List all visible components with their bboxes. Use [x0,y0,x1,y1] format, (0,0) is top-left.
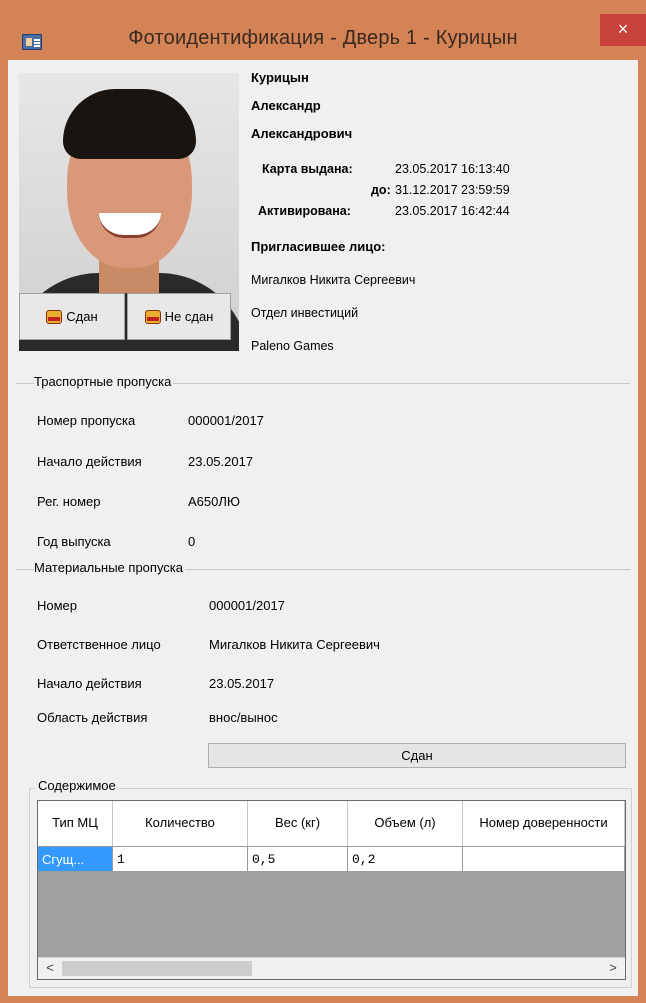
contents-label: Содержимое [35,778,119,793]
until-value: 31.12.2017 23:59:59 [395,183,510,197]
material-row-value: 000001/2017 [209,598,285,613]
scrollbar-thumb[interactable] [62,961,252,976]
transport-row-label: Рег. номер [37,494,101,509]
card-issued-value: 23.05.2017 16:13:40 [395,162,510,176]
contents-table[interactable]: Тип МЦ Количество Вес (кг) Объем (л) Ном… [37,800,626,980]
not-returned-button-label: Не сдан [164,309,214,324]
close-button[interactable]: × [600,14,646,46]
returned-button-label: Сдан [66,309,98,324]
card-issued-label: Карта выдана: [262,162,353,176]
patronymic: Александрович [251,126,353,141]
column-header-proxy-number[interactable]: Номер доверенности [463,801,625,846]
material-row-label: Область действия [37,710,148,725]
card-returned-icon [46,309,63,324]
transport-row-value: 23.05.2017 [188,454,254,469]
column-header-type[interactable]: Тип МЦ [38,801,113,846]
column-header-quantity[interactable]: Количество [113,801,248,846]
not-returned-button[interactable]: Не сдан [127,293,231,340]
column-header-volume[interactable]: Объем (л) [348,801,463,846]
until-label: до: [371,183,391,197]
returned-button[interactable]: Сдан [19,293,125,340]
column-header-weight[interactable]: Вес (кг) [248,801,348,846]
material-returned-button[interactable]: Сдан [208,743,626,768]
transport-row-label: Год выпуска [37,534,111,549]
material-row-value: 23.05.2017 [209,676,275,691]
cell-weight[interactable]: 0,5 [248,847,348,872]
material-group-label: Материальные пропуска [34,560,185,575]
inviter-label: Пригласившее лицо: [251,239,386,254]
transport-row-label: Начало действия [37,454,142,469]
transport-row-value: А650ЛЮ [188,494,241,509]
table-header: Тип МЦ Количество Вес (кг) Объем (л) Ном… [38,801,625,847]
card-not-returned-icon [144,309,161,324]
title-bar[interactable]: Фотоидентификация - Дверь 1 - Курицын × [0,0,646,60]
inviter-department: Отдел инвестиций [251,306,359,320]
scroll-right-icon[interactable]: > [605,960,621,976]
horizontal-scrollbar[interactable]: < > [38,957,625,979]
material-row-label: Ответственное лицо [37,637,161,652]
scroll-left-icon[interactable]: < [42,960,58,976]
inviter-company: Paleno Games [251,339,334,353]
client-area: Сдан Не сдан Курицын Александр Александр… [8,60,638,996]
transport-group-label: Траспортные пропуска [34,374,174,389]
material-row-value: Мигалков Никита Сергеевич [209,637,380,652]
material-row-label: Номер [37,598,78,613]
transport-row-label: Номер пропуска [37,413,136,428]
photo-identification-window: Фотоидентификация - Дверь 1 - Курицын × … [0,0,646,1003]
last-name: Курицын [251,70,309,85]
transport-row-value: 0 [188,534,196,549]
cell-type[interactable]: Сгущ... [38,847,113,872]
cell-proxy-number[interactable] [463,847,625,872]
material-row-value: внос/вынос [209,710,278,725]
cell-volume[interactable]: 0,2 [348,847,463,872]
transport-row-value: 000001/2017 [188,413,264,428]
id-card-icon [22,34,42,50]
first-name: Александр [251,98,321,113]
activated-value: 23.05.2017 16:42:44 [395,204,510,218]
inviter-name: Мигалков Никита Сергеевич [251,273,416,287]
activated-label: Активирована: [258,204,351,218]
cell-quantity[interactable]: 1 [113,847,248,872]
material-row-label: Начало действия [37,676,142,691]
window-title: Фотоидентификация - Дверь 1 - Курицын [128,27,518,49]
table-row[interactable]: Сгущ... 1 0,5 0,2 [38,847,625,872]
